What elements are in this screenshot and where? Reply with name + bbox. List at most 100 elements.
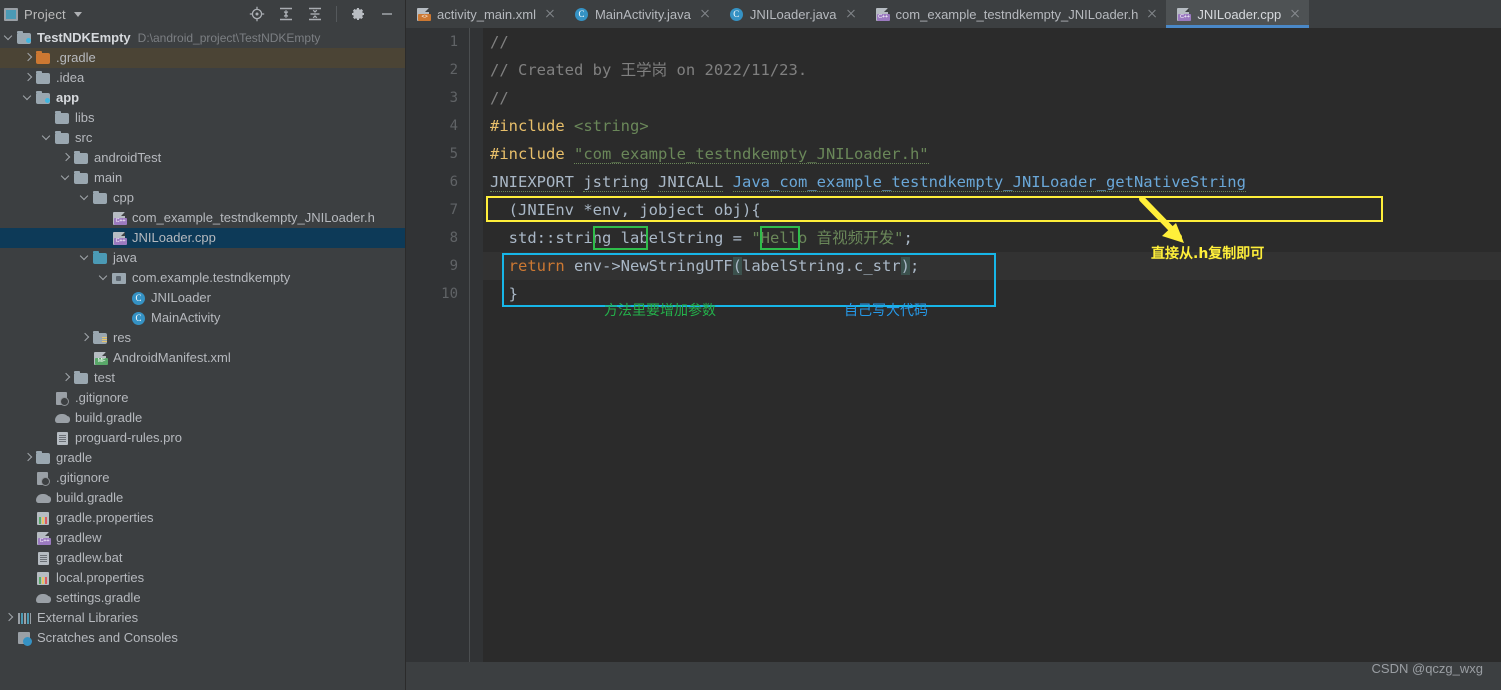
tree-item-app[interactable]: app bbox=[0, 88, 405, 108]
close-icon[interactable] bbox=[1289, 8, 1301, 20]
tree-item-test[interactable]: test bbox=[0, 368, 405, 388]
cpp-file-icon: C++ bbox=[875, 8, 890, 21]
editor-tab-mainactivity-java[interactable]: C MainActivity.java bbox=[564, 0, 719, 28]
tree-item-gradlew[interactable]: C++ gradlew bbox=[0, 528, 405, 548]
tree-item-proguard-rules-pro[interactable]: proguard-rules.pro bbox=[0, 428, 405, 448]
tree-item-local-properties[interactable]: local.properties bbox=[0, 568, 405, 588]
java-class-icon: C bbox=[573, 6, 589, 22]
chevron-down-icon[interactable] bbox=[59, 168, 73, 188]
tree-item-label: java bbox=[113, 250, 137, 265]
tree-item-res[interactable]: res bbox=[0, 328, 405, 348]
external-libraries-icon bbox=[16, 610, 33, 626]
settings-gear-icon[interactable] bbox=[350, 6, 366, 22]
code-token: jstring bbox=[583, 173, 649, 192]
code-token: ; bbox=[903, 229, 913, 247]
tree-item-com-example-testndkempty[interactable]: com.example.testndkempty bbox=[0, 268, 405, 288]
gitignore-icon bbox=[37, 472, 50, 486]
tree-item-testndkempty[interactable]: TestNDKEmpty D:\android_project\TestNDKEm… bbox=[0, 28, 405, 48]
editor-tab-jniloader-cpp[interactable]: C++ JNILoader.cpp bbox=[1166, 0, 1310, 28]
collapse-all-icon[interactable] bbox=[307, 6, 323, 22]
close-icon[interactable] bbox=[699, 8, 711, 20]
project-tree[interactable]: TestNDKEmpty D:\android_project\TestNDKEm… bbox=[0, 28, 405, 648]
chevron-right-icon[interactable] bbox=[59, 148, 73, 168]
tree-item-label: .gitignore bbox=[56, 470, 110, 485]
tree-item-jniloader-cpp[interactable]: C++ JNILoader.cpp bbox=[0, 228, 405, 248]
tree-item--gitignore[interactable]: .gitignore bbox=[0, 388, 405, 408]
code-token: "Hello bbox=[751, 229, 817, 247]
tree-item-gradle[interactable]: gradle bbox=[0, 448, 405, 468]
cpp-file-icon: C++ bbox=[874, 6, 890, 22]
res-folder-icon bbox=[92, 330, 109, 346]
tree-item-main[interactable]: main bbox=[0, 168, 405, 188]
editor-fold-strip[interactable] bbox=[470, 28, 483, 662]
editor-tab-jniloader-java[interactable]: C JNILoader.java bbox=[719, 0, 865, 28]
chevron-down-icon[interactable] bbox=[78, 188, 92, 208]
chevron-down-icon[interactable] bbox=[97, 268, 111, 288]
chevron-right-icon[interactable] bbox=[21, 48, 35, 68]
tree-item-gradle-properties[interactable]: gradle.properties bbox=[0, 508, 405, 528]
tree-item-label: .idea bbox=[56, 70, 85, 85]
line-number: 3 bbox=[449, 90, 458, 106]
tree-item-build-gradle[interactable]: build.gradle bbox=[0, 488, 405, 508]
tree-item-label: cpp bbox=[113, 190, 134, 205]
chevron-right-icon[interactable] bbox=[21, 68, 35, 88]
chevron-down-icon[interactable] bbox=[40, 128, 54, 148]
close-icon[interactable] bbox=[845, 8, 857, 20]
folder-icon bbox=[74, 371, 88, 384]
tree-item--idea[interactable]: .idea bbox=[0, 68, 405, 88]
tree-item-scratches-and-consoles[interactable]: Scratches and Consoles bbox=[0, 628, 405, 648]
chevron-down-icon[interactable] bbox=[2, 28, 16, 48]
editor-tab-activity-main-xml[interactable]: <> activity_main.xml bbox=[406, 0, 564, 28]
chevron-right-icon[interactable] bbox=[2, 608, 16, 628]
properties-file-icon bbox=[35, 510, 52, 526]
module-folder-icon bbox=[16, 30, 33, 46]
close-icon[interactable] bbox=[1146, 8, 1158, 20]
chevron-right-icon[interactable] bbox=[59, 368, 73, 388]
manifest-file-icon: MF bbox=[94, 352, 108, 365]
tree-item-src[interactable]: src bbox=[0, 128, 405, 148]
code-token: JNIEXPORT bbox=[490, 173, 574, 192]
locate-icon[interactable] bbox=[249, 6, 265, 22]
folder-orange-icon bbox=[35, 50, 52, 66]
xml-file-icon: <> bbox=[415, 6, 431, 22]
tree-item-com-example-testndkempty-jniloader-h[interactable]: C++ com_example_testndkempty_JNILoader.h bbox=[0, 208, 405, 228]
manifest-file-icon: MF bbox=[92, 350, 109, 366]
editor-code-area[interactable]: // // Created by 王学岗 on 2022/11/23. // #… bbox=[483, 28, 1501, 662]
code-token: *env bbox=[583, 201, 621, 219]
tree-item-java[interactable]: java bbox=[0, 248, 405, 268]
cpp-file-icon: C++ bbox=[37, 532, 51, 545]
chevron-down-icon[interactable] bbox=[21, 88, 35, 108]
tree-item-androidmanifest-xml[interactable]: MF AndroidManifest.xml bbox=[0, 348, 405, 368]
minimize-icon[interactable] bbox=[379, 6, 395, 22]
tree-item--gitignore[interactable]: .gitignore bbox=[0, 468, 405, 488]
code-token: Java_com_example_testndkempty_JNILoader_… bbox=[732, 173, 1246, 192]
chevron-down-icon[interactable] bbox=[73, 11, 82, 17]
tree-item-build-gradle[interactable]: build.gradle bbox=[0, 408, 405, 428]
editor-tab-label: MainActivity.java bbox=[594, 6, 691, 22]
close-icon[interactable] bbox=[544, 8, 556, 20]
tree-item-jniloader[interactable]: C JNILoader bbox=[0, 288, 405, 308]
line-number: 2 bbox=[449, 62, 458, 78]
chevron-right-icon[interactable] bbox=[21, 448, 35, 468]
tree-item-cpp[interactable]: cpp bbox=[0, 188, 405, 208]
project-panel-title-group[interactable]: Project bbox=[4, 7, 82, 22]
chevron-down-icon[interactable] bbox=[78, 248, 92, 268]
tree-item-settings-gradle[interactable]: settings.gradle bbox=[0, 588, 405, 608]
editor-tab-com-example-testndkempty-jniloader-h[interactable]: C++ com_example_testndkempty_JNILoader.h bbox=[865, 0, 1167, 28]
expand-all-icon[interactable] bbox=[278, 6, 294, 22]
chevron-right-icon[interactable] bbox=[78, 328, 92, 348]
tree-item-gradlew-bat[interactable]: gradlew.bat bbox=[0, 548, 405, 568]
code-token: #include bbox=[490, 145, 565, 163]
code-editor[interactable]: 1 2 3 4 5 6 7 8 9 10 // // Created by 王学岗 on 2022… bbox=[406, 28, 1501, 662]
text-file-icon bbox=[35, 550, 52, 566]
text-file-icon bbox=[57, 432, 68, 445]
tree-item-external-libraries[interactable]: External Libraries bbox=[0, 608, 405, 628]
tree-item--gradle[interactable]: .gradle bbox=[0, 48, 405, 68]
tree-item-libs[interactable]: libs bbox=[0, 108, 405, 128]
tree-item-androidtest[interactable]: androidTest bbox=[0, 148, 405, 168]
editor-tab-label: JNILoader.cpp bbox=[1197, 6, 1282, 22]
tree-item-mainactivity[interactable]: C MainActivity bbox=[0, 308, 405, 328]
properties-file-icon bbox=[37, 572, 49, 585]
